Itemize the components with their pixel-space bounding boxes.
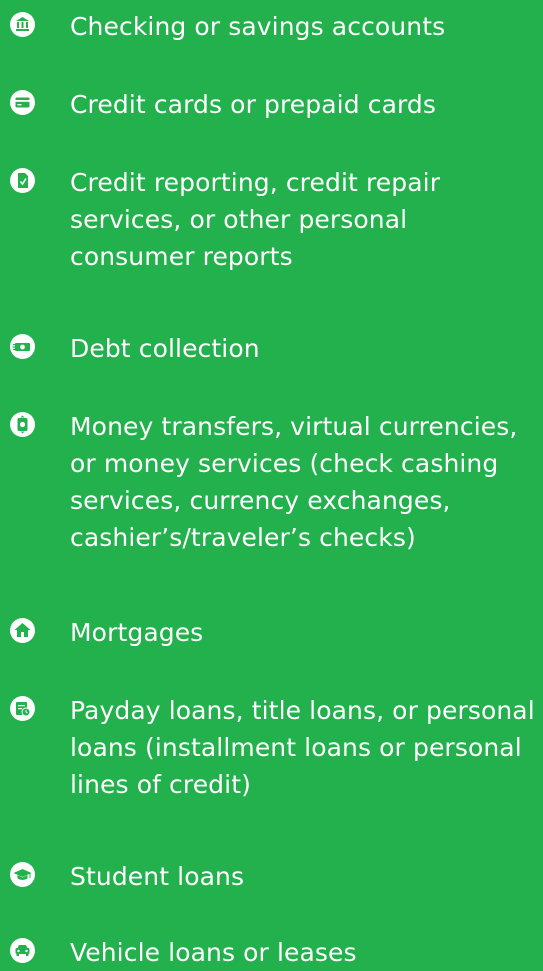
- payday-loan-icon: [10, 696, 35, 721]
- list-item-label: Checking or savings accounts: [70, 12, 446, 41]
- money-transfer-icon: [10, 412, 35, 437]
- list-item-label: Mortgages: [70, 618, 204, 647]
- credit-card-icon: [10, 90, 35, 115]
- list-item-label: Debt collection: [70, 334, 260, 363]
- money-icon: [10, 334, 35, 359]
- complaint-topic-list: Checking or savings accounts Credit card…: [0, 0, 543, 971]
- list-item-label: Student loans: [70, 862, 245, 891]
- list-item-label: Money transfers, virtual currencies, or …: [70, 412, 518, 552]
- bank-icon: [10, 12, 35, 37]
- car-icon: [10, 938, 35, 963]
- list-item-label: Credit cards or prepaid cards: [70, 90, 437, 119]
- list-item-label: Payday loans, title loans, or personal l…: [70, 696, 535, 799]
- credit-report-icon: [10, 168, 35, 193]
- list-item-label: Credit reporting, credit repair services…: [70, 168, 441, 271]
- graduation-cap-icon: [10, 862, 35, 887]
- house-icon: [10, 618, 35, 643]
- list-item-label: Vehicle loans or leases: [70, 938, 357, 967]
